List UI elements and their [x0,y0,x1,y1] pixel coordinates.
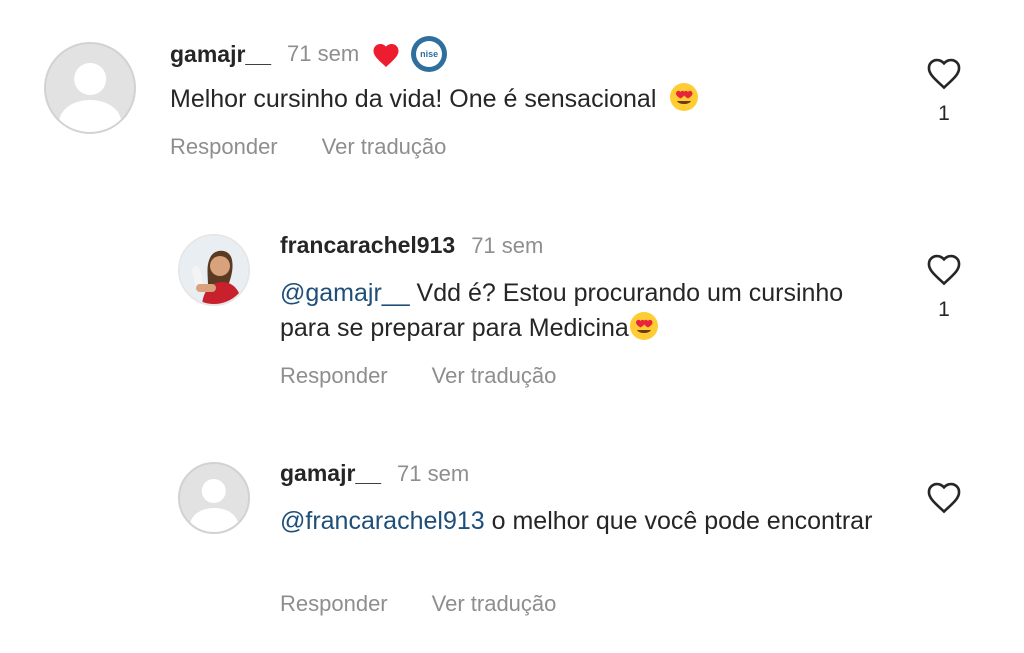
heart-outline-icon[interactable] [922,478,966,514]
creator-liked-heart-icon [371,40,401,68]
timestamp: 71 sem [397,460,470,486]
comment-actions: Responder Ver tradução [170,134,490,160]
mention-link[interactable]: @francarachel913 [280,507,485,535]
avatar[interactable] [178,234,250,306]
comment-text: @francarachel913 o melhor que você pode … [280,507,873,535]
timestamp: 71 sem [471,232,544,258]
comment-text: Melhor cursinho da vida! One é sensacion… [170,82,699,117]
reply-button[interactable]: Responder [280,363,388,389]
username[interactable]: gamajr__ [280,460,381,487]
comment-meta: gamajr__ 71 sem [280,460,469,487]
heart-eyes-emoji-icon [629,311,659,341]
translate-button[interactable]: Ver tradução [432,591,557,617]
translate-button[interactable]: Ver tradução [432,363,557,389]
like-count: 1 [938,102,950,125]
comment-meta: gamajr__ 71 sem nise [170,36,448,72]
like-control: 1 [922,54,966,126]
translate-button[interactable]: Ver tradução [322,134,447,160]
username[interactable]: gamajr__ [170,41,271,68]
reply-button[interactable]: Responder [170,134,278,160]
like-count: 1 [938,298,950,321]
avatar[interactable] [44,42,136,134]
comment-text: @gamajr__ Vdd é? Estou procurando um cur… [280,279,844,342]
heart-outline-icon[interactable] [922,54,966,90]
nise-badge-icon: nise [411,36,448,72]
comment-actions: Responder Ver tradução [280,591,600,617]
like-control [922,478,966,514]
timestamp: 71 sem [287,41,360,66]
comment-actions: Responder Ver tradução [280,363,600,389]
username[interactable]: francarachel913 [280,232,455,259]
mention-link[interactable]: @gamajr__ [280,279,410,307]
heart-eyes-emoji-icon [669,82,699,112]
reply-button[interactable]: Responder [280,591,388,617]
comment-meta: francarachel913 71 sem [280,232,543,259]
heart-outline-icon[interactable] [922,250,966,286]
like-control: 1 [922,250,966,322]
avatar[interactable] [178,462,250,534]
